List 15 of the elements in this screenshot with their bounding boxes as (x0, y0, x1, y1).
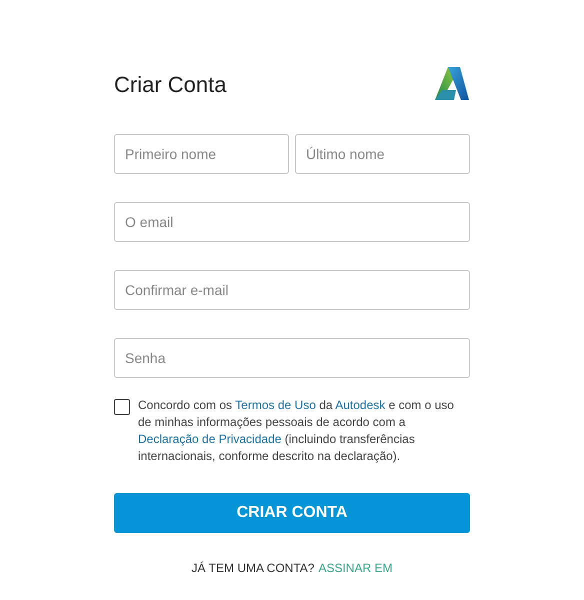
input-field[interactable]: Senha (114, 338, 470, 378)
footer-question: JÁ TEM UMA CONTA? (192, 560, 314, 577)
consent-text: Concordo com os Termos de Uso da Autodesk e com o uso de minhas informações pessoais de acordo com a Declaração de Privacidade (incluindo transferências internacionais, conforme descrito na declaração). (138, 397, 455, 465)
consent-link[interactable]: Termos de Uso (235, 398, 316, 412)
consent-link[interactable]: Autodesk (335, 398, 386, 412)
input-field[interactable]: O email (114, 202, 470, 242)
checkbox[interactable] (114, 399, 130, 415)
input-field[interactable]: Primeiro nome (114, 134, 289, 174)
input-field[interactable]: Confirmar e-mail (114, 270, 470, 310)
input-field[interactable]: Último nome (295, 134, 470, 174)
form-title: Criar Conta (114, 70, 226, 98)
logo-icon (434, 66, 470, 102)
sign-in-link[interactable]: ASSINAR EM (318, 559, 392, 577)
create-account-button[interactable]: CRIAR CONTA (114, 493, 470, 533)
consent-link[interactable]: Declaração de Privacidade (138, 432, 282, 446)
